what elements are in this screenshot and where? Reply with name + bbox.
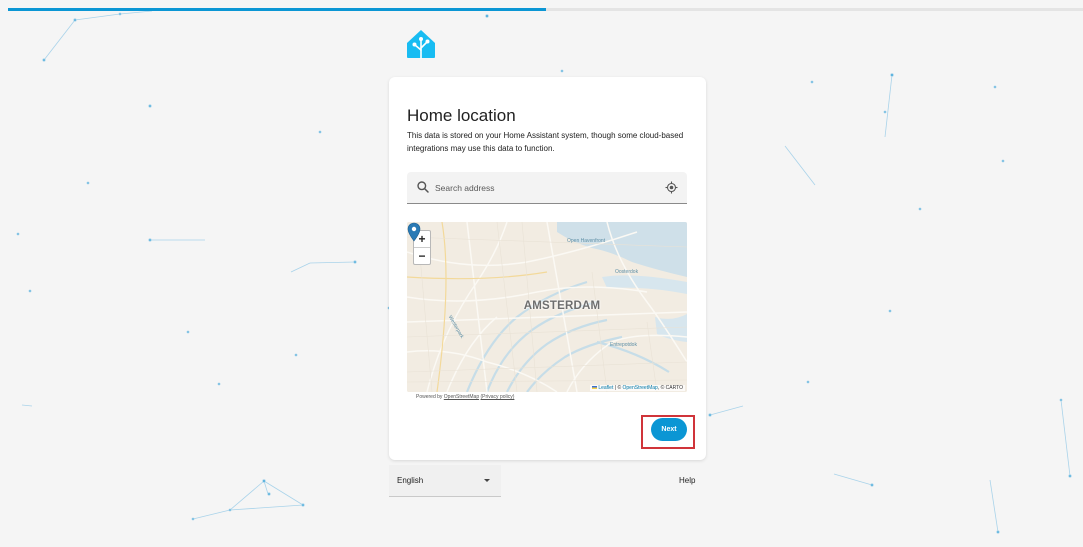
progress-bar: [8, 8, 1083, 11]
onboarding-card: Home location This data is stored on you…: [389, 77, 706, 460]
help-link[interactable]: Help: [679, 476, 695, 485]
privacy-policy-link[interactable]: (Privacy policy): [481, 394, 515, 400]
language-select-value: English: [397, 476, 424, 485]
ukraine-flag-icon: [591, 386, 597, 390]
search-icon: [417, 181, 429, 193]
highlight-box: [641, 415, 695, 449]
openstreetmap-link[interactable]: OpenStreetMap: [444, 394, 479, 400]
description-text: This data is stored on your Home Assista…: [407, 131, 684, 153]
attribution-separator: | ©: [614, 385, 622, 391]
location-map[interactable]: Open Havenfront Oosterdok Westerpark Ent…: [407, 222, 687, 392]
openstreetmap-link[interactable]: OpenStreetMap: [623, 385, 658, 391]
map-place-label: Open Havenfront: [567, 238, 606, 244]
map-city-label: AMSTERDAM: [523, 300, 601, 312]
map-place-label: Entrepotdok: [610, 342, 637, 348]
zoom-out-button[interactable]: −: [414, 248, 430, 264]
search-input[interactable]: [435, 180, 655, 195]
address-search-field[interactable]: [407, 172, 687, 204]
powered-by-label: Powered by: [416, 394, 443, 400]
page-title: Home location: [407, 106, 516, 125]
map-attribution: Leaflet | © OpenStreetMap, © CARTO: [589, 385, 685, 391]
dropdown-arrow-icon: [484, 479, 490, 482]
progress-bar-fill: [8, 8, 546, 11]
map-place-label: Oosterdok: [615, 269, 639, 275]
my-location-icon[interactable]: [665, 181, 678, 194]
page: Home location This data is stored on you…: [0, 0, 1083, 547]
leaflet-link[interactable]: Leaflet: [598, 385, 613, 391]
home-assistant-logo-icon: [407, 30, 435, 59]
powered-by-text: Powered by OpenStreetMap (Privacy policy…: [416, 394, 514, 400]
language-select[interactable]: English: [389, 465, 501, 497]
map-pin-icon[interactable]: [407, 222, 421, 242]
carto-credit: , © CARTO: [657, 385, 683, 391]
